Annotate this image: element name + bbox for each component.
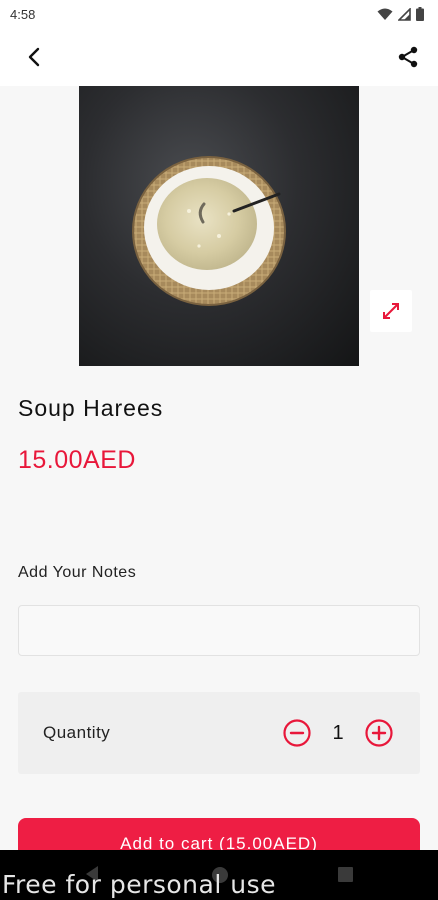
product-image[interactable] — [79, 86, 359, 366]
top-app-bar — [0, 28, 438, 86]
quantity-card: Quantity 1 — [18, 692, 420, 774]
expand-icon — [383, 303, 399, 319]
back-button[interactable] — [18, 41, 50, 73]
expand-image-button[interactable] — [370, 290, 412, 332]
back-arrow-icon — [28, 47, 40, 67]
plus-circle-icon — [365, 719, 393, 747]
quantity-stepper: 1 — [282, 718, 394, 748]
increase-quantity-button[interactable] — [364, 718, 394, 748]
share-icon — [398, 46, 418, 68]
battery-icon — [416, 7, 424, 21]
product-name: Soup Harees — [18, 395, 164, 421]
nav-recents-icon[interactable] — [338, 867, 353, 882]
bowl-of-soup-image — [132, 156, 286, 306]
wifi-icon — [377, 8, 393, 20]
minus-circle-icon — [283, 719, 311, 747]
quantity-value: 1 — [332, 721, 344, 744]
status-bar: 4:58 — [0, 0, 438, 28]
product-detail-screen: 4:58 Soup Harees 15.00AED Add Your Notes… — [0, 0, 438, 900]
decrease-quantity-button[interactable] — [282, 718, 312, 748]
signal-icon — [398, 7, 411, 21]
quantity-label: Quantity — [43, 723, 111, 742]
product-price: 15.00AED — [18, 446, 136, 474]
notes-label: Add Your Notes — [18, 564, 137, 581]
status-icons — [377, 7, 424, 21]
notes-input[interactable] — [18, 605, 420, 656]
status-time: 4:58 — [10, 6, 36, 22]
watermark-text: Free for personal use — [2, 870, 276, 899]
share-button[interactable] — [392, 41, 424, 73]
